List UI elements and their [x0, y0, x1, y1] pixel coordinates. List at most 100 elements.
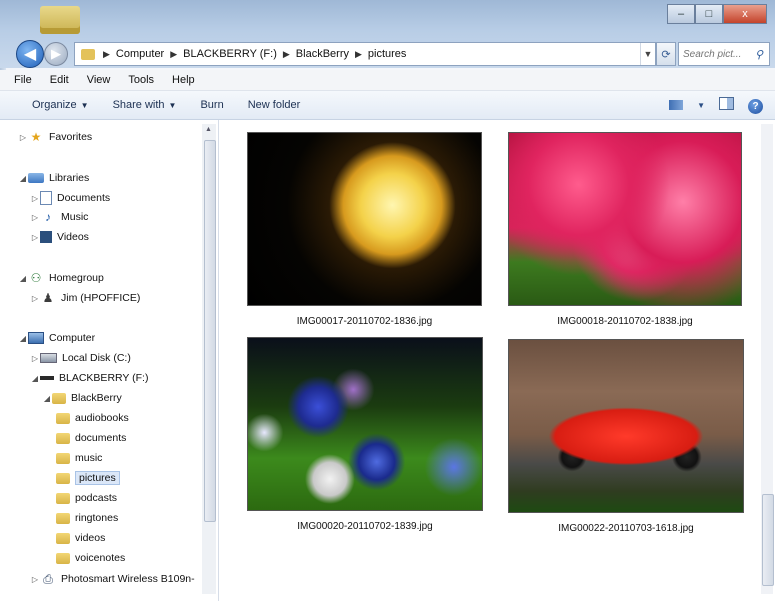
file-name: IMG00022-20110703-1618.jpg — [558, 523, 694, 534]
preview-pane-button[interactable] — [719, 97, 734, 113]
nav-documents[interactable]: ▷ Documents — [30, 189, 110, 207]
nav-local-disk[interactable]: ▷ Local Disk (C:) — [30, 349, 131, 367]
nav-favorites[interactable]: ▷ ★ Favorites — [18, 128, 92, 146]
music-icon: ♪ — [45, 210, 51, 224]
image-thumbnail[interactable] — [247, 132, 482, 306]
folder-icon — [56, 432, 70, 444]
expand-icon[interactable]: ▷ — [30, 233, 40, 242]
breadcrumb-computer[interactable]: Computer — [112, 48, 168, 60]
scroll-up-icon[interactable]: ▲ — [205, 126, 212, 133]
new-folder-button[interactable]: New folder — [236, 99, 313, 111]
nav-folder-documents[interactable]: documents — [56, 429, 126, 447]
view-icon — [669, 99, 684, 110]
window-controls: – □ x — [667, 4, 767, 24]
nav-music[interactable]: ▷ ♪ Music — [30, 208, 89, 226]
refresh-icon[interactable]: ⟳ — [656, 42, 676, 66]
image-thumbnail[interactable] — [247, 337, 483, 511]
collapse-icon[interactable]: ◢ — [42, 394, 52, 403]
expand-icon[interactable]: ▷ — [18, 133, 28, 142]
file-item[interactable]: IMG00022-20110703-1618.jpg — [508, 339, 744, 534]
folder-icon — [56, 512, 70, 524]
breadcrumb-pictures[interactable]: pictures — [364, 48, 411, 60]
collapse-icon[interactable]: ◢ — [18, 174, 28, 183]
menu-tools[interactable]: Tools — [118, 74, 162, 86]
breadcrumb-blackberry[interactable]: BlackBerry — [292, 48, 353, 60]
nav-blackberry-folder[interactable]: ◢ BlackBerry — [42, 389, 122, 407]
collapse-icon[interactable]: ◢ — [30, 374, 40, 383]
image-thumbnail[interactable] — [508, 339, 744, 513]
expand-icon[interactable]: ▷ — [30, 354, 40, 363]
nav-folder-music[interactable]: music — [56, 449, 102, 467]
forward-arrow-icon[interactable]: ▶ — [44, 42, 68, 66]
share-with-button[interactable]: Share with ▼ — [101, 99, 189, 111]
nav-videos[interactable]: ▷ Videos — [30, 228, 89, 246]
nav-folder-audiobooks[interactable]: audiobooks — [56, 409, 129, 427]
back-arrow-icon[interactable]: ◀ — [16, 40, 44, 68]
folder-icon — [56, 532, 70, 544]
nav-blackberry-drive[interactable]: ◢ BLACKBERRY (F:) — [30, 369, 149, 387]
nav-folder-voicenotes[interactable]: voicenotes — [56, 549, 125, 567]
folder-icon — [56, 452, 70, 464]
libraries-icon — [28, 173, 44, 183]
expand-icon[interactable]: ▷ — [30, 194, 40, 203]
organize-button[interactable]: Organize ▼ — [0, 99, 101, 111]
navpane-scrollbar[interactable]: ▲ — [202, 124, 216, 594]
disk-icon — [40, 353, 57, 363]
documents-icon — [40, 191, 52, 205]
computer-icon — [28, 332, 44, 344]
nav-folder-videos[interactable]: videos — [56, 529, 105, 547]
menu-bar: File Edit View Tools Help — [0, 70, 775, 91]
nav-homegroup[interactable]: ◢ ⚇ Homegroup — [18, 269, 104, 287]
collapse-icon[interactable]: ◢ — [18, 274, 28, 283]
address-bar[interactable]: ▶ Computer ▶ BLACKBERRY (F:) ▶ BlackBerr… — [74, 42, 656, 66]
menu-view[interactable]: View — [77, 74, 119, 86]
nav-computer[interactable]: ◢ Computer — [18, 329, 95, 347]
scroll-thumb[interactable] — [762, 494, 774, 586]
explorer-window: – □ x ◀ ▶ ▶ Computer ▶ BLACKBERRY (F:) ▶… — [0, 0, 775, 601]
burn-button[interactable]: Burn — [188, 99, 235, 111]
expand-icon[interactable]: ▷ — [30, 294, 40, 303]
nav-libraries[interactable]: ◢ Libraries — [18, 169, 89, 187]
search-input[interactable] — [679, 47, 751, 61]
search-icon[interactable]: ⚲ — [751, 48, 767, 61]
view-options-dropdown[interactable]: ▼ — [697, 101, 705, 110]
menu-edit[interactable]: Edit — [40, 74, 77, 86]
maximize-button[interactable]: □ — [695, 4, 723, 24]
address-dropdown-icon[interactable]: ▼ — [640, 43, 655, 65]
file-item[interactable]: IMG00018-20110702-1838.jpg — [508, 132, 742, 327]
nav-folder-pictures[interactable]: pictures — [56, 469, 120, 487]
collapse-icon[interactable]: ◢ — [18, 334, 28, 343]
folder-icon — [56, 492, 70, 504]
navigation-pane: ▷ ★ Favorites ◢ Libraries ▷ Documents ▷ … — [0, 120, 219, 601]
star-icon: ★ — [30, 130, 42, 144]
nav-printer[interactable]: ▷ ⎙ Photosmart Wireless B109n- — [30, 570, 195, 588]
help-icon: ? — [748, 98, 763, 114]
folder-icon — [56, 472, 70, 484]
close-button[interactable]: x — [723, 4, 767, 24]
menu-file[interactable]: File — [0, 74, 40, 86]
expand-icon[interactable]: ▷ — [30, 575, 40, 584]
nav-user[interactable]: ▷ ♟ Jim (HPOFFICE) — [30, 289, 140, 307]
title-bar: – □ x ◀ ▶ ▶ Computer ▶ BLACKBERRY (F:) ▶… — [0, 0, 775, 68]
breadcrumb-blackberry-drive[interactable]: BLACKBERRY (F:) — [179, 48, 281, 60]
folder-icon — [56, 552, 70, 564]
videos-icon — [40, 231, 52, 243]
minimize-button[interactable]: – — [667, 4, 695, 24]
preview-pane-icon — [719, 97, 734, 110]
file-name: IMG00020-20110702-1839.jpg — [297, 521, 433, 532]
help-button[interactable]: ? — [748, 97, 763, 114]
change-view-button[interactable] — [669, 98, 684, 113]
scroll-thumb[interactable] — [204, 140, 216, 522]
image-thumbnail[interactable] — [508, 132, 742, 306]
file-item[interactable]: IMG00017-20110702-1836.jpg — [247, 132, 482, 327]
folder-icon — [56, 412, 70, 424]
file-item[interactable]: IMG00020-20110702-1839.jpg — [247, 337, 483, 532]
content-scrollbar[interactable] — [761, 124, 774, 594]
expand-icon[interactable]: ▷ — [30, 213, 40, 222]
file-view: IMG00017-20110702-1836.jpg IMG00018-2011… — [219, 120, 775, 601]
search-box[interactable]: ⚲ — [678, 42, 770, 66]
chevron-down-icon: ▼ — [80, 101, 89, 110]
nav-folder-podcasts[interactable]: podcasts — [56, 489, 117, 507]
nav-folder-ringtones[interactable]: ringtones — [56, 509, 118, 527]
menu-help[interactable]: Help — [162, 74, 203, 86]
